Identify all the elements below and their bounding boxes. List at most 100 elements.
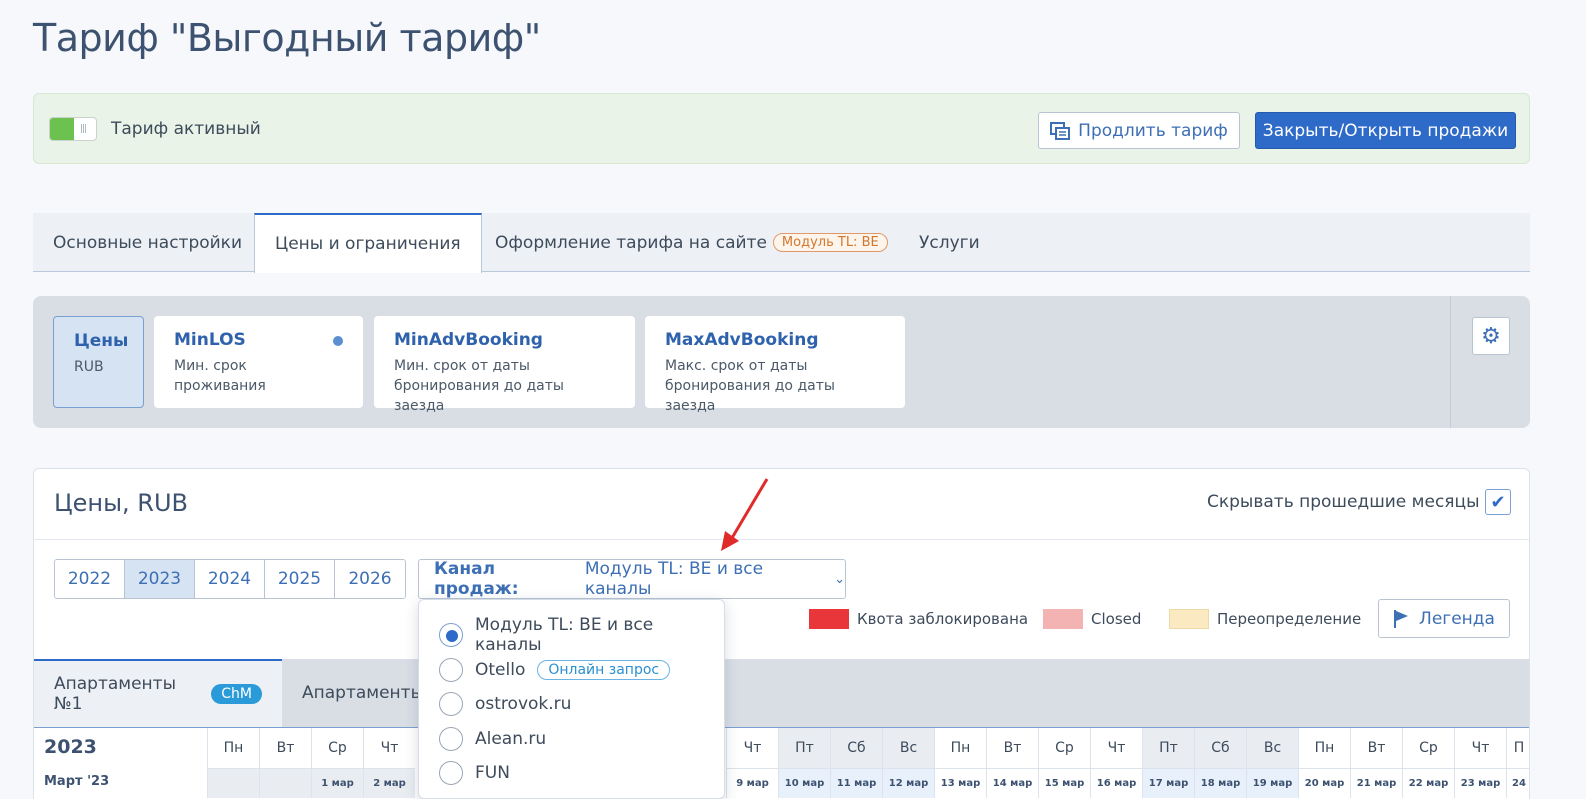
weekday-header: Чт xyxy=(363,728,415,768)
date-cell: 1 мар xyxy=(311,768,363,798)
channel-label: Канал продаж: xyxy=(434,559,519,599)
year-2025[interactable]: 2025 xyxy=(265,560,335,598)
option-label: Otello xyxy=(475,659,526,680)
date-cell xyxy=(259,768,311,798)
date-cell xyxy=(207,768,259,798)
channel-option-alean[interactable]: Alean.ru xyxy=(419,722,724,757)
room-tabs: Апартаменты №1 ChM Апартаменты xyxy=(34,659,1529,727)
radio[interactable] xyxy=(439,692,463,717)
page-title: Тариф "Выгодный тариф" xyxy=(33,16,541,60)
mode-maxadvbooking[interactable]: MaxAdvBooking Макс. срок от даты брониро… xyxy=(645,316,905,414)
channel-option-fun[interactable]: FUN xyxy=(419,756,724,791)
weekday-header: Сб xyxy=(830,728,882,768)
close-open-sales-button[interactable]: Закрыть/Открыть продажи xyxy=(1255,112,1516,149)
restriction-modes: Цены RUB MinLOS Мин. срок проживания Min… xyxy=(33,296,1530,428)
year-2022[interactable]: 2022 xyxy=(55,560,125,598)
module-badge: Модуль TL: BE xyxy=(772,233,888,252)
weekday-header: Вт xyxy=(259,728,311,768)
legend-quota-blocked: Квота заблокирована xyxy=(809,609,1028,629)
sales-channel-dropdown: Модуль TL: BE и все каналы Otello Онлайн… xyxy=(418,599,725,799)
active-toggle[interactable]: ||| xyxy=(49,117,97,141)
copy-icon xyxy=(1050,121,1071,140)
date-cell[interactable]: 17 мар xyxy=(1142,768,1194,798)
legend-override: Переопределение xyxy=(1169,609,1361,629)
tab-label: Оформление тарифа на сайте xyxy=(495,232,767,253)
radio[interactable] xyxy=(439,726,463,751)
weekday-header: Ср xyxy=(1038,728,1090,768)
date-cell[interactable]: 22 мар xyxy=(1402,768,1454,798)
radio[interactable] xyxy=(439,657,463,682)
channel-option-otello[interactable]: Otello Онлайн запрос xyxy=(419,653,724,688)
mode-minadvbooking[interactable]: MinAdvBooking Мин. срок от даты брониров… xyxy=(374,316,635,414)
option-label: Модуль TL: BE и все каналы xyxy=(475,615,654,656)
date-cell[interactable]: 16 мар xyxy=(1090,768,1142,798)
tab-site-design[interactable]: Оформление тарифа на сайте Модуль TL: BE xyxy=(475,213,908,272)
legend-label: Квота заблокирована xyxy=(857,610,1029,628)
hide-past-checkbox[interactable]: ✔ xyxy=(1485,489,1511,515)
prices-panel: Цены, RUB Скрывать прошедшие месяцы ✔ 20… xyxy=(33,468,1530,799)
extend-tariff-button[interactable]: Продлить тариф xyxy=(1038,112,1240,149)
chm-badge: ChM xyxy=(211,684,262,704)
legend-closed: Closed xyxy=(1043,609,1141,629)
mode-sub: Мин. срок от даты бронирования до даты з… xyxy=(394,358,564,414)
weekday-header: П xyxy=(1506,728,1529,768)
hide-past-label: Скрывать прошедшие месяцы xyxy=(1207,492,1480,512)
mode-title: MinAdvBooking xyxy=(394,330,543,350)
weekday-header: Чт xyxy=(726,728,778,768)
flag-icon xyxy=(1394,609,1409,628)
calendar-year: 2023 xyxy=(44,736,97,758)
swatch xyxy=(1043,609,1083,629)
date-cell[interactable]: 24 м xyxy=(1506,768,1529,798)
date-cell[interactable]: 21 мар xyxy=(1350,768,1402,798)
tab-prices-restrictions[interactable]: Цены и ограничения xyxy=(254,213,482,273)
online-request-badge: Онлайн запрос xyxy=(537,659,671,680)
legend-button[interactable]: Легенда xyxy=(1378,599,1510,638)
gear-icon[interactable]: ⚙ xyxy=(1472,317,1510,355)
date-cell[interactable]: 19 мар xyxy=(1246,768,1298,798)
weekday-header: Чт xyxy=(1454,728,1506,768)
tab-label: Цены и ограничения xyxy=(275,234,461,254)
tab-basic-settings[interactable]: Основные настройки xyxy=(33,213,262,272)
weekday-header: Вс xyxy=(882,728,934,768)
weekday-header: Вс xyxy=(1246,728,1298,768)
mode-sub: Мин. срок проживания xyxy=(174,358,266,394)
swatch xyxy=(1169,609,1209,629)
channel-option-module-tl-be[interactable]: Модуль TL: BE и все каналы xyxy=(419,615,724,656)
date-cell[interactable]: 20 мар xyxy=(1298,768,1350,798)
date-cell[interactable]: 10 мар xyxy=(778,768,830,798)
radio[interactable] xyxy=(439,761,463,786)
date-cell[interactable]: 18 мар xyxy=(1194,768,1246,798)
tab-services[interactable]: Услуги xyxy=(899,213,1000,272)
check-icon: ✔ xyxy=(1490,491,1506,513)
weekday-header: Ср xyxy=(311,728,363,768)
mode-minlos[interactable]: MinLOS Мин. срок проживания xyxy=(154,316,363,408)
weekday-header: Пн xyxy=(1298,728,1350,768)
channel-option-ostrovok[interactable]: ostrovok.ru xyxy=(419,687,724,722)
date-cell[interactable]: 13 мар xyxy=(934,768,986,798)
mode-title: MinLOS xyxy=(174,330,246,350)
weekday-header: Вт xyxy=(1350,728,1402,768)
legend-label: Closed xyxy=(1091,610,1142,628)
year-2024[interactable]: 2024 xyxy=(195,560,265,598)
date-cell[interactable]: 23 мар xyxy=(1454,768,1506,798)
radio-selected[interactable] xyxy=(439,623,463,648)
date-cell[interactable]: 11 мар xyxy=(830,768,882,798)
room-tab-label: Апартаменты xyxy=(302,683,424,703)
sales-channel-select[interactable]: Канал продаж: Модуль TL: BE и все каналы… xyxy=(418,559,846,599)
date-cell[interactable]: 15 мар xyxy=(1038,768,1090,798)
date-cell[interactable]: 9 мар xyxy=(726,768,778,798)
year-2023[interactable]: 2023 xyxy=(125,560,195,598)
weekday-header: Пт xyxy=(1142,728,1194,768)
date-cell[interactable]: 14 мар xyxy=(986,768,1038,798)
weekday-header: Ср xyxy=(1402,728,1454,768)
price-calendar: 2023 Март '23 Пн Вт Ср Чт 1 мар 2 мар Чт… xyxy=(34,727,1529,799)
room-tab-apartments-1[interactable]: Апартаменты №1 ChM xyxy=(34,659,282,727)
year-2026[interactable]: 2026 xyxy=(335,560,405,598)
panel-title: Цены, RUB xyxy=(54,489,189,517)
annotation-arrow-icon xyxy=(721,478,769,551)
mode-prices[interactable]: Цены RUB xyxy=(53,316,144,408)
weekday-header: Пн xyxy=(934,728,986,768)
date-cell[interactable]: 12 мар xyxy=(882,768,934,798)
tab-label: Основные настройки xyxy=(53,232,243,253)
weekday-header: Вт xyxy=(986,728,1038,768)
